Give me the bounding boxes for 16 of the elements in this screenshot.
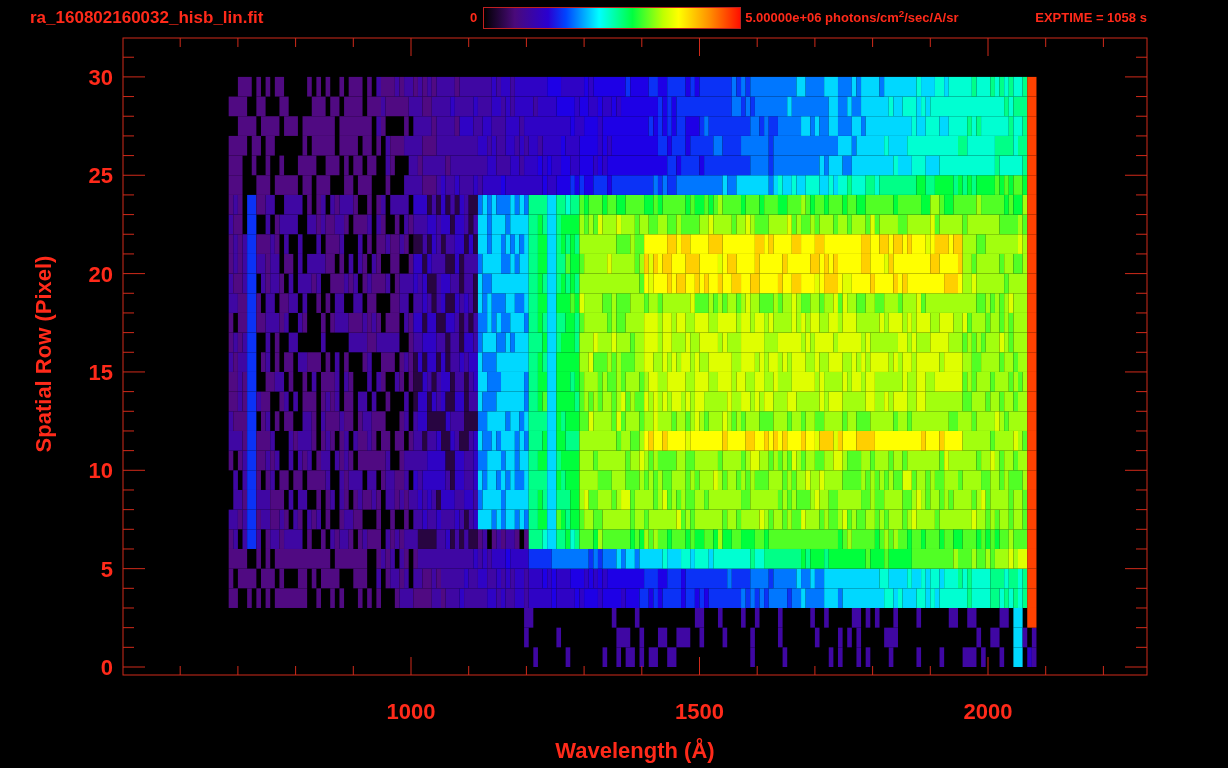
colorbar-min-label: 0	[470, 9, 478, 28]
file-title: ra_160802160032_hisb_lin.fit	[30, 7, 265, 30]
x-tick-label: 1000	[386, 699, 436, 724]
y-tick-label: 25	[88, 163, 113, 189]
x-tick-label: 2000	[963, 699, 1013, 724]
y-axis-title: Spatial Row (Pixel)	[31, 255, 56, 453]
x-tick-label: 1500	[675, 699, 724, 724]
exposure-time: EXPTIME = 1058 s	[1035, 9, 1147, 28]
y-tick-label: 30	[88, 64, 113, 90]
colorbar-max-label: 5.00000e+06 photons/cm$^{2}$/sec/A/sr	[745, 8, 960, 28]
y-tick-label: 20	[88, 261, 113, 287]
y-tick-label: 0	[100, 655, 113, 680]
y-tick-label: 5	[100, 556, 113, 582]
y-tick-label: 10	[88, 458, 113, 484]
x-axis-title: Wavelength (Å)	[555, 738, 715, 763]
y-tick-label: 15	[88, 359, 113, 385]
